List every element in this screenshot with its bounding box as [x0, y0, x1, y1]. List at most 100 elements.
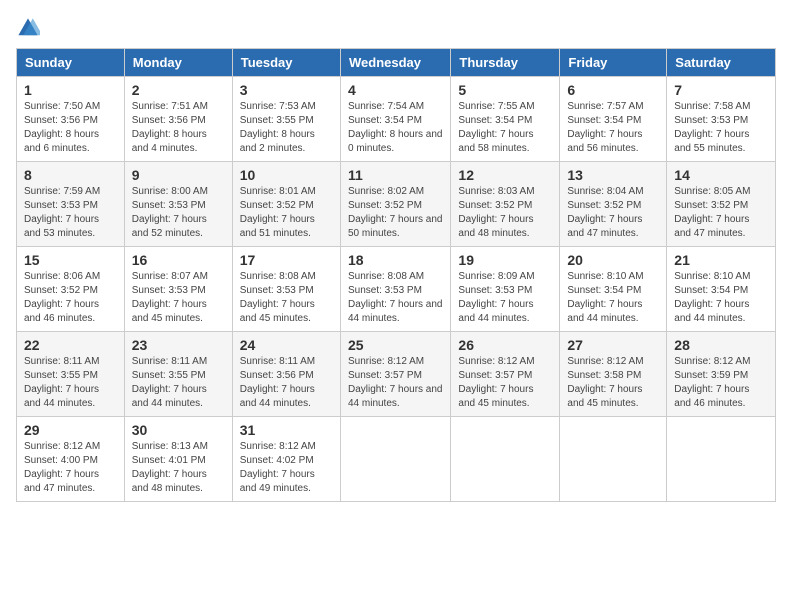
day-cell: 24 Sunrise: 8:11 AM Sunset: 3:56 PM Dayl…: [232, 332, 340, 417]
day-cell: 26 Sunrise: 8:12 AM Sunset: 3:57 PM Dayl…: [451, 332, 560, 417]
day-cell: [340, 417, 450, 502]
day-cell: 14 Sunrise: 8:05 AM Sunset: 3:52 PM Dayl…: [667, 162, 776, 247]
day-cell: 7 Sunrise: 7:58 AM Sunset: 3:53 PM Dayli…: [667, 77, 776, 162]
day-number: 2: [132, 82, 225, 98]
day-cell: 20 Sunrise: 8:10 AM Sunset: 3:54 PM Dayl…: [560, 247, 667, 332]
week-row-4: 22 Sunrise: 8:11 AM Sunset: 3:55 PM Dayl…: [17, 332, 776, 417]
day-cell: 19 Sunrise: 8:09 AM Sunset: 3:53 PM Dayl…: [451, 247, 560, 332]
day-info: Sunrise: 7:51 AM Sunset: 3:56 PM Dayligh…: [132, 100, 225, 156]
day-cell: 21 Sunrise: 8:10 AM Sunset: 3:54 PM Dayl…: [667, 247, 776, 332]
day-info: Sunrise: 8:12 AM Sunset: 3:57 PM Dayligh…: [458, 355, 552, 411]
logo: [16, 16, 44, 40]
day-number: 18: [348, 252, 443, 268]
day-cell: 5 Sunrise: 7:55 AM Sunset: 3:54 PM Dayli…: [451, 77, 560, 162]
day-cell: 3 Sunrise: 7:53 AM Sunset: 3:55 PM Dayli…: [232, 77, 340, 162]
day-cell: 31 Sunrise: 8:12 AM Sunset: 4:02 PM Dayl…: [232, 417, 340, 502]
day-number: 31: [240, 422, 333, 438]
day-info: Sunrise: 7:59 AM Sunset: 3:53 PM Dayligh…: [24, 185, 117, 241]
day-info: Sunrise: 8:08 AM Sunset: 3:53 PM Dayligh…: [348, 270, 443, 326]
day-number: 6: [567, 82, 659, 98]
day-info: Sunrise: 7:58 AM Sunset: 3:53 PM Dayligh…: [674, 100, 768, 156]
day-cell: 29 Sunrise: 8:12 AM Sunset: 4:00 PM Dayl…: [17, 417, 125, 502]
day-cell: 15 Sunrise: 8:06 AM Sunset: 3:52 PM Dayl…: [17, 247, 125, 332]
day-cell: 22 Sunrise: 8:11 AM Sunset: 3:55 PM Dayl…: [17, 332, 125, 417]
day-info: Sunrise: 8:10 AM Sunset: 3:54 PM Dayligh…: [674, 270, 768, 326]
day-info: Sunrise: 8:06 AM Sunset: 3:52 PM Dayligh…: [24, 270, 117, 326]
day-info: Sunrise: 8:01 AM Sunset: 3:52 PM Dayligh…: [240, 185, 333, 241]
day-cell: [667, 417, 776, 502]
day-number: 1: [24, 82, 117, 98]
day-number: 30: [132, 422, 225, 438]
calendar-table: SundayMondayTuesdayWednesdayThursdayFrid…: [16, 48, 776, 502]
day-number: 17: [240, 252, 333, 268]
day-info: Sunrise: 8:13 AM Sunset: 4:01 PM Dayligh…: [132, 440, 225, 496]
day-cell: 18 Sunrise: 8:08 AM Sunset: 3:53 PM Dayl…: [340, 247, 450, 332]
day-number: 15: [24, 252, 117, 268]
day-info: Sunrise: 7:53 AM Sunset: 3:55 PM Dayligh…: [240, 100, 333, 156]
day-cell: 25 Sunrise: 8:12 AM Sunset: 3:57 PM Dayl…: [340, 332, 450, 417]
day-info: Sunrise: 8:02 AM Sunset: 3:52 PM Dayligh…: [348, 185, 443, 241]
day-cell: 30 Sunrise: 8:13 AM Sunset: 4:01 PM Dayl…: [124, 417, 232, 502]
day-info: Sunrise: 8:11 AM Sunset: 3:55 PM Dayligh…: [132, 355, 225, 411]
day-number: 14: [674, 167, 768, 183]
day-number: 8: [24, 167, 117, 183]
day-number: 24: [240, 337, 333, 353]
day-number: 29: [24, 422, 117, 438]
day-info: Sunrise: 7:55 AM Sunset: 3:54 PM Dayligh…: [458, 100, 552, 156]
week-row-5: 29 Sunrise: 8:12 AM Sunset: 4:00 PM Dayl…: [17, 417, 776, 502]
day-cell: 11 Sunrise: 8:02 AM Sunset: 3:52 PM Dayl…: [340, 162, 450, 247]
day-number: 25: [348, 337, 443, 353]
day-info: Sunrise: 8:07 AM Sunset: 3:53 PM Dayligh…: [132, 270, 225, 326]
day-cell: 12 Sunrise: 8:03 AM Sunset: 3:52 PM Dayl…: [451, 162, 560, 247]
day-cell: 1 Sunrise: 7:50 AM Sunset: 3:56 PM Dayli…: [17, 77, 125, 162]
day-number: 16: [132, 252, 225, 268]
day-info: Sunrise: 8:04 AM Sunset: 3:52 PM Dayligh…: [567, 185, 659, 241]
day-cell: [451, 417, 560, 502]
day-info: Sunrise: 8:12 AM Sunset: 3:58 PM Dayligh…: [567, 355, 659, 411]
day-number: 9: [132, 167, 225, 183]
day-info: Sunrise: 8:11 AM Sunset: 3:55 PM Dayligh…: [24, 355, 117, 411]
header-cell-sunday: Sunday: [17, 49, 125, 77]
day-info: Sunrise: 8:03 AM Sunset: 3:52 PM Dayligh…: [458, 185, 552, 241]
day-info: Sunrise: 8:12 AM Sunset: 3:57 PM Dayligh…: [348, 355, 443, 411]
day-number: 20: [567, 252, 659, 268]
day-number: 10: [240, 167, 333, 183]
header-cell-friday: Friday: [560, 49, 667, 77]
header-cell-thursday: Thursday: [451, 49, 560, 77]
day-info: Sunrise: 8:12 AM Sunset: 4:00 PM Dayligh…: [24, 440, 117, 496]
day-number: 5: [458, 82, 552, 98]
header-cell-saturday: Saturday: [667, 49, 776, 77]
day-cell: 4 Sunrise: 7:54 AM Sunset: 3:54 PM Dayli…: [340, 77, 450, 162]
day-info: Sunrise: 8:00 AM Sunset: 3:53 PM Dayligh…: [132, 185, 225, 241]
day-info: Sunrise: 8:11 AM Sunset: 3:56 PM Dayligh…: [240, 355, 333, 411]
day-number: 21: [674, 252, 768, 268]
day-number: 3: [240, 82, 333, 98]
day-info: Sunrise: 8:09 AM Sunset: 3:53 PM Dayligh…: [458, 270, 552, 326]
day-cell: [560, 417, 667, 502]
day-info: Sunrise: 8:05 AM Sunset: 3:52 PM Dayligh…: [674, 185, 768, 241]
day-info: Sunrise: 7:54 AM Sunset: 3:54 PM Dayligh…: [348, 100, 443, 156]
logo-icon: [16, 16, 40, 40]
day-info: Sunrise: 8:10 AM Sunset: 3:54 PM Dayligh…: [567, 270, 659, 326]
day-cell: 17 Sunrise: 8:08 AM Sunset: 3:53 PM Dayl…: [232, 247, 340, 332]
day-number: 28: [674, 337, 768, 353]
day-info: Sunrise: 8:08 AM Sunset: 3:53 PM Dayligh…: [240, 270, 333, 326]
day-info: Sunrise: 7:50 AM Sunset: 3:56 PM Dayligh…: [24, 100, 117, 156]
day-cell: 9 Sunrise: 8:00 AM Sunset: 3:53 PM Dayli…: [124, 162, 232, 247]
day-cell: 2 Sunrise: 7:51 AM Sunset: 3:56 PM Dayli…: [124, 77, 232, 162]
day-cell: 16 Sunrise: 8:07 AM Sunset: 3:53 PM Dayl…: [124, 247, 232, 332]
day-cell: 28 Sunrise: 8:12 AM Sunset: 3:59 PM Dayl…: [667, 332, 776, 417]
day-cell: 27 Sunrise: 8:12 AM Sunset: 3:58 PM Dayl…: [560, 332, 667, 417]
day-number: 22: [24, 337, 117, 353]
day-number: 13: [567, 167, 659, 183]
day-info: Sunrise: 8:12 AM Sunset: 4:02 PM Dayligh…: [240, 440, 333, 496]
day-number: 4: [348, 82, 443, 98]
day-cell: 10 Sunrise: 8:01 AM Sunset: 3:52 PM Dayl…: [232, 162, 340, 247]
page-container: SundayMondayTuesdayWednesdayThursdayFrid…: [16, 16, 776, 502]
day-cell: 6 Sunrise: 7:57 AM Sunset: 3:54 PM Dayli…: [560, 77, 667, 162]
day-info: Sunrise: 7:57 AM Sunset: 3:54 PM Dayligh…: [567, 100, 659, 156]
day-number: 26: [458, 337, 552, 353]
day-number: 27: [567, 337, 659, 353]
header-cell-tuesday: Tuesday: [232, 49, 340, 77]
day-number: 11: [348, 167, 443, 183]
